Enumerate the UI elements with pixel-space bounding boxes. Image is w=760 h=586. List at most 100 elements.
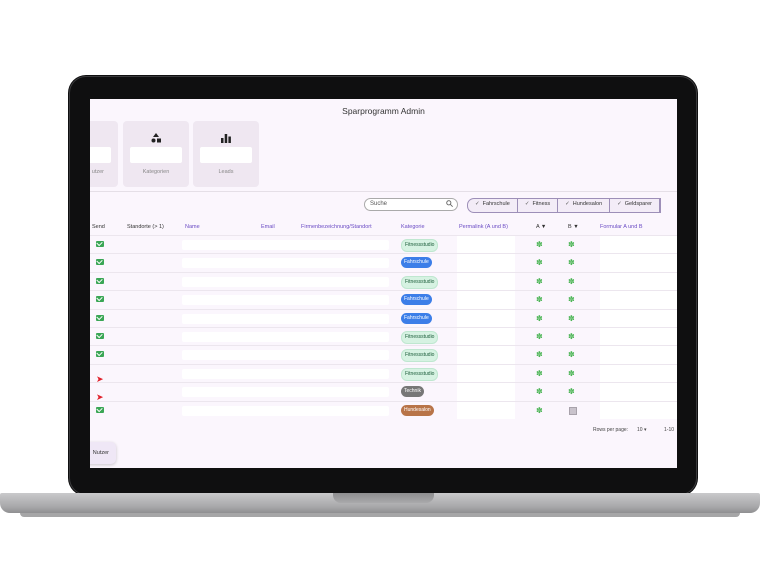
name-input[interactable] bbox=[182, 240, 389, 250]
col-firma[interactable]: Firmenbezeichnung/Standort bbox=[301, 224, 372, 230]
table-row[interactable]: Fahrschule ✽ ✽ bbox=[90, 253, 677, 272]
category-badge: Fitnessstudio bbox=[401, 349, 439, 363]
filter-chip-hundesalon[interactable]: ✓ Hundesalon bbox=[558, 199, 611, 212]
leaf-icon[interactable]: ✽ bbox=[536, 314, 543, 323]
plug-icon: ▼ bbox=[573, 224, 579, 230]
table-row[interactable]: Fitnessstudio ✽ ✽ bbox=[90, 271, 677, 291]
table-row[interactable]: Fahrschule ✽ ✽ bbox=[90, 290, 677, 309]
table-row[interactable]: Fitnessstudio ✽ ✽ bbox=[90, 327, 677, 346]
bar-chart-icon bbox=[193, 133, 259, 146]
page-range: 1-10 bbox=[664, 427, 675, 433]
table-row[interactable]: Fitnessstudio ✽ ✽ bbox=[90, 235, 677, 254]
mail-sent-icon[interactable] bbox=[96, 296, 104, 303]
category-badge: Technik bbox=[401, 386, 424, 398]
leaf-icon[interactable]: ✽ bbox=[568, 369, 575, 378]
app-screen: Sparprogramm Admin utzer Kategorien Lead… bbox=[90, 99, 677, 468]
leaf-icon[interactable]: ✽ bbox=[568, 332, 575, 341]
check-icon: ✓ bbox=[524, 201, 530, 207]
mail-sent-icon[interactable] bbox=[96, 241, 104, 247]
leaf-icon[interactable]: ✽ bbox=[536, 332, 543, 341]
col-a-label: A bbox=[536, 224, 540, 230]
table-row[interactable]: Hundesalon ✽ bbox=[90, 400, 677, 420]
name-input[interactable] bbox=[182, 332, 389, 342]
filter-label: Fahrschule bbox=[482, 201, 510, 207]
nutzer-button[interactable]: Nutzer bbox=[90, 442, 116, 464]
leaf-icon[interactable]: ✽ bbox=[536, 295, 543, 304]
send-cell bbox=[96, 240, 104, 247]
stat-card-kategorien[interactable]: Kategorien bbox=[123, 121, 189, 187]
name-input[interactable] bbox=[182, 276, 389, 287]
mail-sent-icon[interactable] bbox=[96, 351, 104, 358]
page-title: Sparprogramm Admin bbox=[342, 106, 425, 116]
leaf-icon[interactable]: ✽ bbox=[536, 406, 543, 415]
stat-label: Kategorien bbox=[142, 169, 170, 175]
leaf-icon[interactable]: ✽ bbox=[568, 295, 575, 304]
mail-sent-icon[interactable] bbox=[96, 277, 104, 284]
send-cell: ➤ bbox=[96, 369, 104, 383]
send-cell bbox=[96, 258, 104, 266]
col-name[interactable]: Name bbox=[185, 224, 200, 230]
filter-label: Geldsparer bbox=[624, 201, 652, 207]
name-input[interactable] bbox=[182, 258, 389, 269]
leaf-icon[interactable]: ✽ bbox=[568, 350, 575, 359]
category-badge: Fahrschule bbox=[401, 257, 432, 269]
mail-sent-icon[interactable] bbox=[96, 259, 104, 266]
filter-chip-geldsparer[interactable]: ✓ Geldsparer bbox=[610, 199, 660, 212]
check-icon: ✓ bbox=[475, 201, 480, 207]
name-input[interactable] bbox=[182, 295, 389, 306]
rows-per-page-select[interactable]: 10 ▾ bbox=[637, 427, 646, 433]
table-row[interactable]: Fahrschule ✽ ✽ bbox=[90, 308, 677, 328]
mail-sent-icon[interactable] bbox=[96, 333, 104, 339]
col-email[interactable]: Email bbox=[261, 224, 275, 230]
rows-per-page-value: 10 bbox=[637, 427, 643, 433]
leaf-icon[interactable]: ✽ bbox=[568, 258, 575, 267]
empty-box-icon[interactable] bbox=[569, 406, 577, 415]
col-standorte[interactable]: Standorte (> 1) bbox=[127, 224, 164, 230]
filter-chip-fitness[interactable]: ✓ Fitness bbox=[518, 199, 559, 212]
col-formular[interactable]: Formular A und B bbox=[600, 224, 643, 230]
leaf-icon[interactable]: ✽ bbox=[568, 387, 575, 396]
laptop-notch bbox=[333, 493, 434, 503]
category-badge: Hundesalon bbox=[401, 404, 434, 416]
send-cell bbox=[96, 350, 104, 358]
stat-label: Leads bbox=[218, 169, 234, 175]
search-icon bbox=[446, 200, 453, 209]
table-row[interactable]: ➤ Fitnessstudio ✽ ✽ bbox=[90, 363, 677, 383]
stat-card-nutzer[interactable]: utzer bbox=[90, 121, 118, 187]
col-permalink[interactable]: Permalink (A und B) bbox=[459, 224, 508, 230]
name-input[interactable] bbox=[182, 350, 389, 361]
filter-chip-fahrschule[interactable]: ✓ Fahrschule bbox=[468, 199, 518, 212]
table-row[interactable]: Fitnessstudio ✽ ✽ bbox=[90, 345, 677, 364]
laptop-shadow bbox=[20, 513, 740, 517]
shapes-icon bbox=[123, 133, 189, 146]
category-badge: Fahrschule bbox=[401, 294, 432, 306]
mail-sent-icon[interactable] bbox=[96, 314, 104, 321]
table-row[interactable]: ➤ Technik ✽ ✽ bbox=[90, 382, 677, 402]
send-cell bbox=[96, 406, 104, 413]
check-icon: ✓ bbox=[617, 201, 622, 207]
mail-sent-icon[interactable] bbox=[96, 406, 104, 413]
name-input[interactable] bbox=[182, 313, 389, 324]
col-b[interactable]: B ▼ bbox=[568, 224, 579, 230]
name-input[interactable] bbox=[182, 387, 389, 398]
stat-card-leads[interactable]: Leads bbox=[193, 121, 259, 187]
col-a[interactable]: A ▼ bbox=[536, 224, 546, 230]
stat-value-field bbox=[200, 147, 252, 163]
plug-icon: ▼ bbox=[540, 224, 547, 230]
search-placeholder: Suche bbox=[370, 201, 388, 207]
leaf-icon[interactable]: ✽ bbox=[536, 258, 543, 267]
name-input[interactable] bbox=[182, 368, 389, 379]
leaf-icon[interactable]: ✽ bbox=[568, 277, 575, 286]
name-input[interactable] bbox=[182, 405, 389, 416]
leaf-icon[interactable]: ✽ bbox=[536, 387, 543, 396]
leaf-icon[interactable]: ✽ bbox=[536, 369, 543, 378]
category-badge: Fitnessstudio bbox=[401, 275, 439, 289]
leaf-icon[interactable]: ✽ bbox=[568, 240, 575, 249]
leaf-icon[interactable]: ✽ bbox=[536, 240, 543, 249]
leaf-icon[interactable]: ✽ bbox=[536, 277, 543, 286]
leaf-icon[interactable]: ✽ bbox=[536, 350, 543, 359]
leaf-icon[interactable]: ✽ bbox=[568, 314, 575, 323]
search-input[interactable]: Suche bbox=[364, 198, 458, 211]
col-kategorie[interactable]: Kategorie bbox=[401, 224, 425, 230]
col-send[interactable]: Send bbox=[92, 224, 105, 230]
